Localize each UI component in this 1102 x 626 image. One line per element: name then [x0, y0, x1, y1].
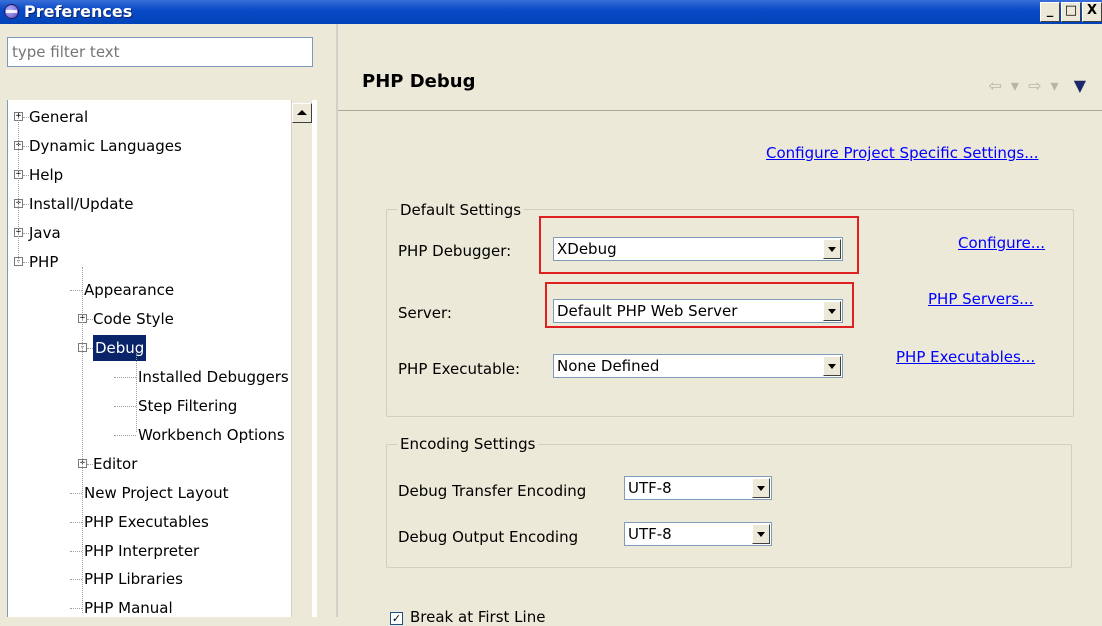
- maximize-button[interactable]: □: [1061, 2, 1081, 22]
- encoding-settings-group: [386, 444, 1072, 568]
- tree-item-label: Appearance: [84, 281, 175, 300]
- title-bar: Preferences _ □ X: [0, 0, 1102, 24]
- chevron-down-icon[interactable]: [823, 356, 841, 376]
- server-label: Server:: [398, 304, 452, 322]
- tree-item-label: Editor: [93, 454, 138, 473]
- page-header: PHP Debug ⇦ ▾ ⇨ ▾ ▼: [338, 24, 1102, 102]
- filter-input[interactable]: [7, 37, 313, 67]
- transfer-encoding-value: UTF-8: [628, 479, 672, 497]
- transfer-encoding-label: Debug Transfer Encoding: [398, 482, 587, 500]
- output-encoding-select[interactable]: UTF-8: [624, 522, 772, 546]
- php-servers-link[interactable]: PHP Servers...: [928, 290, 1033, 308]
- tree-item[interactable]: + Java: [8, 220, 291, 246]
- tree-item[interactable]: New Project Layout: [8, 480, 291, 506]
- tree-item-label: Workbench Options: [138, 425, 285, 444]
- tree-item-label: PHP Interpreter: [84, 541, 200, 560]
- view-menu-icon[interactable]: ▼: [1074, 76, 1088, 95]
- tree-item[interactable]: + Install/Update: [8, 191, 291, 217]
- back-arrow-icon[interactable]: ⇦ ▾: [988, 76, 1021, 95]
- php-executable-select[interactable]: None Defined: [553, 354, 843, 378]
- php-executable-label: PHP Executable:: [398, 360, 521, 378]
- tree-item[interactable]: Step Filtering: [8, 393, 291, 419]
- chevron-down-icon[interactable]: [752, 524, 770, 544]
- configure-project-settings-link[interactable]: Configure Project Specific Settings...: [766, 144, 1039, 162]
- chevron-down-icon[interactable]: [752, 478, 770, 498]
- tree-item-label: Code Style: [93, 310, 174, 329]
- tree-item[interactable]: PHP Libraries: [8, 566, 291, 592]
- tree-item[interactable]: Appearance: [8, 277, 291, 303]
- tree-item-label: Debug: [91, 334, 148, 363]
- page-title: PHP Debug: [362, 71, 476, 92]
- minimize-button[interactable]: _: [1040, 2, 1060, 22]
- default-settings-legend: Default Settings: [397, 201, 525, 219]
- output-encoding-label: Debug Output Encoding: [398, 528, 579, 546]
- configure-debugger-link[interactable]: Configure...: [958, 234, 1045, 252]
- tree-item[interactable]: + Dynamic Languages: [8, 133, 291, 159]
- encoding-settings-legend: Encoding Settings: [397, 435, 539, 453]
- php-executables-link[interactable]: PHP Executables...: [896, 348, 1035, 366]
- tree-item-label: Dynamic Languages: [29, 136, 182, 155]
- eclipse-icon: [4, 4, 19, 19]
- tree-item[interactable]: + Editor: [8, 451, 291, 477]
- close-button[interactable]: X: [1082, 2, 1102, 22]
- break-first-line-checkbox[interactable]: ✓: [390, 612, 403, 625]
- tree-item[interactable]: PHP Executables: [8, 509, 291, 535]
- preference-page: PHP Debug ⇦ ▾ ⇨ ▾ ▼ Configure Project Sp…: [338, 24, 1102, 626]
- debugger-highlight-box: [539, 216, 859, 274]
- forward-arrow-icon[interactable]: ⇨ ▾: [1028, 76, 1061, 95]
- history-nav: ⇦ ▾ ⇨ ▾ ▼: [988, 76, 1088, 95]
- transfer-encoding-select[interactable]: UTF-8: [624, 476, 772, 500]
- break-first-line-label: Break at First Line: [410, 608, 546, 626]
- tree-item-label: PHP: [29, 252, 59, 271]
- tree-item[interactable]: + Code Style: [8, 306, 291, 332]
- tree-item[interactable]: + Help: [8, 162, 291, 188]
- tree-item[interactable]: + General: [8, 104, 291, 130]
- tree-item-label: Java: [29, 223, 61, 242]
- tree-item-label: New Project Layout: [84, 483, 229, 502]
- window-title: Preferences: [24, 2, 133, 21]
- tree-item-label: Step Filtering: [138, 397, 238, 415]
- scroll-up-button[interactable]: [292, 103, 312, 123]
- php-debugger-label: PHP Debugger:: [398, 242, 512, 260]
- tree-item-label: Install/Update: [29, 194, 134, 213]
- tree-scrollbar[interactable]: [291, 100, 312, 617]
- tree-item[interactable]: Installed Debuggers: [8, 364, 291, 390]
- tree-item[interactable]: - Debug: [8, 334, 291, 363]
- tree-item-label: PHP Executables: [84, 512, 209, 531]
- tree-item-label: PHP Manual: [84, 599, 173, 617]
- tree-item-label: PHP Libraries: [84, 570, 183, 589]
- tree-item-label: Installed Debuggers: [138, 368, 289, 387]
- tree-item[interactable]: - PHP: [8, 249, 291, 275]
- server-highlight-box: [545, 282, 854, 328]
- preferences-tree: + General + Dynamic Languages + Help + Install/…: [7, 100, 317, 617]
- tree-item[interactable]: PHP Interpreter: [8, 538, 291, 564]
- output-encoding-value: UTF-8: [628, 525, 672, 543]
- php-executable-value: None Defined: [557, 357, 660, 375]
- tree-item[interactable]: PHP Manual: [8, 595, 291, 617]
- tree-item-label: Help: [29, 165, 64, 184]
- header-divider: [338, 110, 1102, 111]
- tree-item-label: General: [29, 108, 89, 126]
- tree-item[interactable]: Workbench Options: [8, 422, 291, 448]
